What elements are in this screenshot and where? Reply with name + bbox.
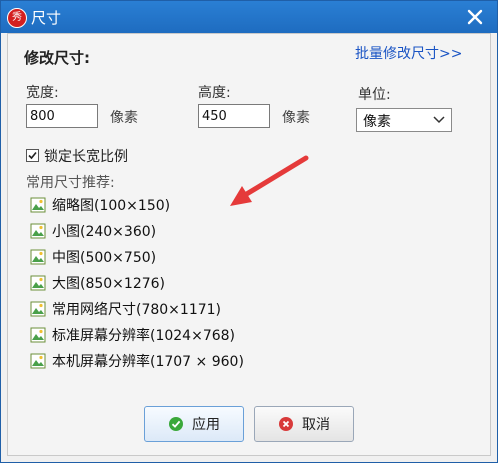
preset-item-large[interactable]: 大图(850×1276) [30, 272, 165, 294]
dialog-content: 修改尺寸: 批量修改尺寸>> 宽度: 像素 高度: 像素 单位: 像素 锁定长宽… [7, 33, 491, 456]
cancel-button[interactable]: 取消 [254, 406, 354, 442]
title-bar[interactable]: 秀 尺寸 [1, 1, 497, 33]
preset-label: 中图(500×750) [52, 250, 157, 266]
preset-label: 本机屏幕分辨率(1707 × 960) [52, 354, 244, 370]
close-button[interactable] [463, 5, 487, 29]
batch-resize-link[interactable]: 批量修改尺寸>> [355, 43, 462, 63]
picture-icon [30, 327, 46, 343]
x-circle-icon [279, 417, 293, 431]
preset-item-medium[interactable]: 中图(500×750) [30, 246, 156, 268]
preset-item-thumbnail[interactable]: 缩略图(100×150) [30, 194, 170, 216]
picture-icon [30, 223, 46, 239]
height-input[interactable] [198, 104, 270, 128]
preset-item-small[interactable]: 小图(240×360) [30, 220, 156, 242]
height-unit: 像素 [282, 110, 310, 126]
presets-title: 常用尺寸推荐: [26, 175, 115, 191]
width-input[interactable] [26, 104, 98, 128]
preset-label: 大图(850×1276) [52, 276, 166, 292]
annotation-arrow-icon [230, 155, 309, 206]
checkmark-icon [28, 151, 37, 160]
close-icon [467, 9, 483, 25]
resize-dialog: 秀 尺寸 修改尺寸: 批量修改尺寸>> 宽度: 像素 高度: 像素 单位: 像素 [0, 0, 498, 463]
height-label: 高度: [198, 85, 231, 101]
check-circle-icon [169, 417, 183, 431]
unit-selected-value: 像素 [363, 114, 391, 130]
picture-icon [30, 301, 46, 317]
preset-item-native-screen[interactable]: 本机屏幕分辨率(1707 × 960) [30, 350, 244, 372]
preset-label: 缩略图(100×150) [52, 198, 171, 214]
unit-label: 单位: [358, 87, 391, 103]
width-label: 宽度: [26, 85, 59, 101]
picture-icon [30, 197, 46, 213]
picture-icon [30, 275, 46, 291]
picture-icon [30, 249, 46, 265]
preset-item-web[interactable]: 常用网络尺寸(780×1171) [30, 298, 221, 320]
preset-label: 常用网络尺寸(780×1171) [52, 302, 222, 318]
apply-button[interactable]: 应用 [144, 406, 244, 442]
preset-label: 小图(240×360) [52, 224, 157, 240]
apply-label: 应用 [192, 417, 220, 433]
preset-label: 标准屏幕分辨率(1024×768) [52, 328, 236, 344]
chevron-down-icon [433, 116, 445, 124]
section-title: 修改尺寸: [24, 49, 90, 67]
unit-select[interactable]: 像素 [356, 108, 452, 132]
app-logo-icon: 秀 [7, 8, 27, 28]
dialog-title: 尺寸 [31, 9, 62, 27]
preset-item-standard-screen[interactable]: 标准屏幕分辨率(1024×768) [30, 324, 235, 346]
picture-icon [30, 353, 46, 369]
width-unit: 像素 [110, 110, 138, 126]
cancel-label: 取消 [302, 417, 330, 433]
lock-ratio-label[interactable]: 锁定长宽比例 [44, 146, 128, 166]
lock-ratio-checkbox[interactable] [26, 149, 39, 162]
